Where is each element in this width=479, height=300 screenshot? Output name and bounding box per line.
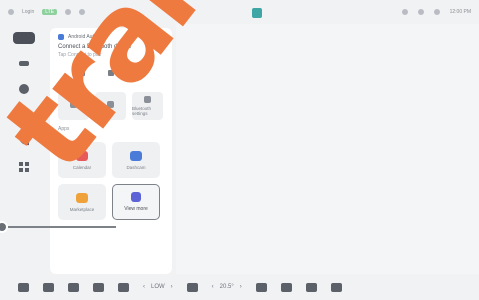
quick-settings-row: Bluetooth settings <box>50 92 172 120</box>
bottom-dock: ‹ LOW › ‹ 20.5° › <box>0 274 479 300</box>
app-label: Marketplace <box>69 206 95 212</box>
app-label: Dashcam <box>126 164 146 170</box>
quick-setting-label: Bluetooth settings <box>132 106 152 116</box>
map-area[interactable] <box>176 24 479 274</box>
dashcam-icon <box>130 150 142 161</box>
seat-icon[interactable] <box>43 282 54 292</box>
view-more-button[interactable]: View more <box>112 184 160 220</box>
calendar-icon <box>76 150 88 161</box>
status-bar: Login LTE 12:00 PM <box>0 0 479 24</box>
status-right: 12:00 PM <box>401 9 471 15</box>
status-login-text[interactable]: Login <box>22 9 34 15</box>
app-tile-calendar[interactable]: Calendar <box>58 142 106 178</box>
volume-icon[interactable] <box>330 282 342 292</box>
media-app-name: Android Auto <box>68 34 97 40</box>
previous-icon[interactable] <box>79 70 86 76</box>
music-icon[interactable] <box>305 282 317 292</box>
view-more-label: View more <box>124 206 148 212</box>
navigation-icon[interactable] <box>17 82 31 96</box>
seat-heat-icon[interactable] <box>255 282 267 292</box>
clock: 12:00 PM <box>449 9 471 15</box>
temp-left-value: LOW <box>151 284 165 290</box>
car-icon[interactable] <box>13 32 35 44</box>
search-icon[interactable] <box>17 108 31 122</box>
media-card[interactable]: Android Auto Connect a Bluetooth device … <box>50 28 172 76</box>
quick-setting-icon <box>70 101 77 108</box>
apps-section-title: Apps <box>58 126 70 132</box>
fan-icon[interactable] <box>93 282 104 292</box>
app-tile-marketplace[interactable]: Marketplace <box>58 184 106 220</box>
defrost-icon[interactable] <box>68 282 79 292</box>
vehicle-icon[interactable] <box>17 56 31 70</box>
marketplace-icon <box>76 192 88 203</box>
apps-icon[interactable] <box>17 160 31 174</box>
control-panel: Android Auto Connect a Bluetooth device … <box>50 28 172 274</box>
profile-icon[interactable] <box>8 9 14 15</box>
chevron-right-icon[interactable]: › <box>171 284 173 290</box>
chevron-left-icon[interactable]: ‹ <box>212 284 214 290</box>
phone-dock-icon[interactable] <box>118 282 129 292</box>
quick-setting-tile[interactable] <box>95 92 126 120</box>
callout-line <box>8 226 116 228</box>
controls-section-title: Controls <box>58 82 77 88</box>
steering-icon[interactable] <box>280 282 292 292</box>
media-subtitle: Tap Connect to pair <box>58 52 102 58</box>
signal-icon <box>433 9 440 15</box>
car-dock-icon[interactable] <box>18 282 29 292</box>
grid-icon <box>131 192 141 202</box>
network-badge: LTE <box>42 9 58 15</box>
quick-setting-tile[interactable] <box>58 92 89 120</box>
temp-right-value: 20.5° <box>219 284 234 290</box>
status-left: Login LTE <box>8 9 86 15</box>
bluetooth-settings-icon <box>144 96 151 103</box>
temp-left-control[interactable]: ‹ LOW › <box>143 284 173 290</box>
temp-right-control[interactable]: ‹ 20.5° › <box>212 284 242 290</box>
wifi-icon <box>65 9 72 15</box>
media-title: Connect a Bluetooth device <box>58 44 132 50</box>
settings-icon[interactable] <box>417 9 424 15</box>
bluetooth-settings-tile[interactable]: Bluetooth settings <box>132 92 163 120</box>
left-rail <box>0 24 48 274</box>
bluetooth-icon <box>79 9 86 15</box>
app-grid: Calendar Dashcam Marketplace View more <box>50 142 172 220</box>
mic-off-icon[interactable] <box>401 9 408 15</box>
chevron-left-icon[interactable]: ‹ <box>143 284 145 290</box>
phone-icon[interactable] <box>17 134 31 148</box>
next-icon[interactable] <box>136 70 143 76</box>
app-badge-icon <box>58 34 64 40</box>
app-tile-dashcam[interactable]: Dashcam <box>112 142 160 178</box>
climate-icon[interactable] <box>186 282 198 292</box>
media-app-row: Android Auto <box>58 34 164 40</box>
chevron-right-icon[interactable]: › <box>240 284 242 290</box>
quick-setting-icon <box>107 101 114 108</box>
play-icon[interactable] <box>107 70 114 76</box>
app-label: Calendar <box>72 164 92 170</box>
